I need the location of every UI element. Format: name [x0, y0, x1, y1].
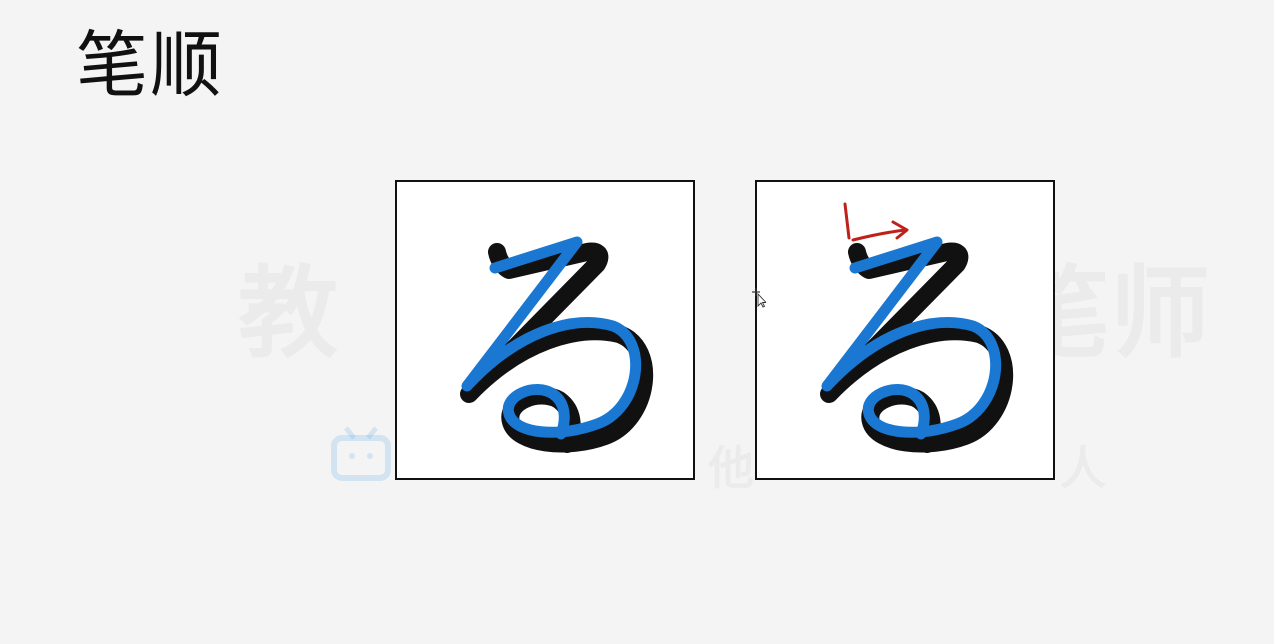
ro-stroke-glyph-left	[460, 236, 654, 453]
stroke-panel-right	[755, 180, 1055, 480]
direction-arrow-icon	[843, 202, 909, 242]
watermark-text-small-left: 他	[708, 432, 754, 498]
cursor-move-icon	[752, 288, 766, 308]
ro-stroke-glyph-right	[820, 202, 1014, 453]
watermark-text-small-right: 人	[1060, 432, 1106, 498]
page-title: 笔顺	[76, 23, 225, 107]
stroke-panel-left	[395, 180, 695, 480]
watermark-text-left: 教	[238, 232, 338, 377]
tv-logo-icon	[331, 426, 391, 481]
